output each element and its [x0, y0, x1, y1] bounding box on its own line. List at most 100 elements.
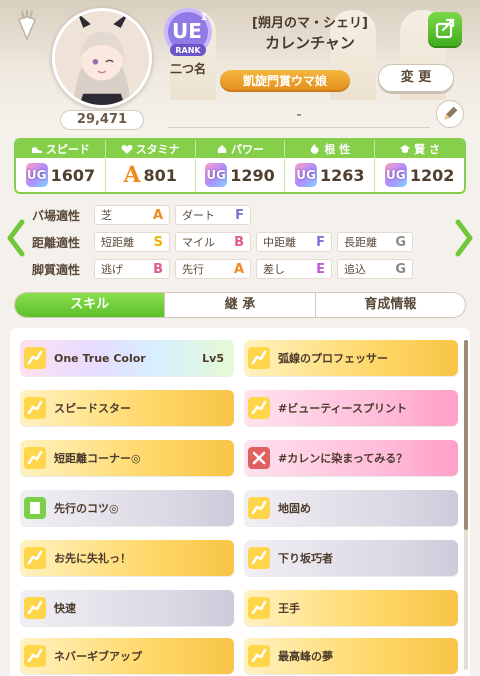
flame-icon — [311, 144, 319, 154]
skill-item[interactable]: One True Color Lv5 — [20, 340, 234, 376]
skill-item[interactable]: 短距離コーナー◎ — [20, 440, 234, 476]
skill-list: One True Color Lv5 弧線のプロフェッサー スピードスター #ビ… — [10, 328, 470, 676]
speed-skill-icon — [24, 645, 46, 667]
prev-arrow-icon[interactable] — [4, 218, 28, 258]
stat-grade: A — [123, 162, 141, 188]
skill-item[interactable]: 最高峰の夢 — [244, 638, 458, 674]
skill-item[interactable]: 王手 — [244, 590, 458, 626]
debuff-skill-icon — [248, 447, 270, 469]
aptitude-cell: 逃げ B — [94, 259, 170, 279]
stat-label: パワー — [230, 143, 264, 156]
stat-value: 1263 — [320, 165, 365, 185]
aptitude-label: バ場適性 — [32, 208, 81, 223]
stat-power: パワー UG 1290 — [195, 140, 286, 192]
speed-skill-icon — [24, 547, 46, 569]
skill-name: #ビューティースプリント — [278, 402, 408, 415]
skill-item[interactable]: #ビューティースプリント — [244, 390, 458, 426]
aptitude-row-distance: 距離適性 短距離 S マイル B 中距離 F 長距離 G — [32, 229, 452, 255]
speed-skill-icon — [248, 347, 270, 369]
tab-inheritance[interactable]: 継 承 — [165, 293, 316, 317]
aptitude-cell: マイル B — [175, 232, 251, 252]
stat-label: スタミナ — [135, 143, 180, 156]
skill-level: Lv5 — [202, 351, 224, 365]
aptitude-cell: 中距離 F — [256, 232, 332, 252]
aptitude-row-ground: バ場適性 芝A ダート F — [32, 202, 452, 228]
next-arrow-icon[interactable] — [452, 218, 476, 258]
speed-skill-icon — [248, 397, 270, 419]
grad-cap-icon — [400, 145, 411, 153]
aptitude-label: 距離適性 — [32, 235, 81, 250]
speed-skill-icon — [248, 645, 270, 667]
skill-item[interactable]: 地固め — [244, 490, 458, 526]
skill-item[interactable]: 下り坂巧者 — [244, 540, 458, 576]
skill-name: 王手 — [278, 602, 300, 615]
skill-item[interactable]: スピードスター — [20, 390, 234, 426]
stat-grade: UG — [205, 163, 228, 187]
stat-value: 1290 — [230, 165, 275, 185]
stat-speed: スピード UG 1607 — [16, 140, 106, 192]
stat-value: 801 — [143, 165, 177, 185]
book-skill-icon — [24, 497, 46, 519]
skill-item[interactable]: ネバーギブアップ — [20, 638, 234, 674]
avatar[interactable] — [52, 8, 152, 108]
speed-skill-icon — [24, 447, 46, 469]
stat-grade: UG — [25, 163, 48, 187]
aptitude-cell: 長距離 G — [337, 232, 413, 252]
skill-item[interactable]: 快速 — [20, 590, 234, 626]
fan-count: 29,471 — [60, 110, 144, 130]
heart-icon — [121, 145, 132, 154]
skill-name: 弧線のプロフェッサー — [278, 352, 388, 365]
shoe-icon — [31, 147, 42, 153]
skill-item[interactable]: 先行のコツ◎ — [20, 490, 234, 526]
aptitude-cell: 追込 G — [337, 259, 413, 279]
comment-field[interactable]: - — [168, 102, 430, 128]
speed-skill-icon — [24, 397, 46, 419]
stat-wisdom: 賢 さ UG 1202 — [375, 140, 464, 192]
skill-name: ネバーギブアップ — [54, 650, 142, 663]
share-icon[interactable] — [428, 12, 462, 46]
stat-label: スピード — [45, 143, 90, 156]
aptitude-table: バ場適性 芝A ダート F 距離適性 短距離 S マイル B 中距離 F 長距離 G 脚質… — [32, 202, 452, 283]
profile-header: 29,471 UE 1 RANK 二つ名 [朔月のマ・シェリ] カレンチャン 凱… — [0, 0, 480, 134]
speed-skill-icon — [24, 347, 46, 369]
speed-skill-icon — [248, 547, 270, 569]
edit-pencil-icon[interactable] — [436, 100, 464, 128]
skill-scrollbar[interactable] — [464, 340, 468, 670]
tab-training-info[interactable]: 育成情報 — [316, 293, 465, 317]
stat-label: 賢 さ — [414, 143, 440, 156]
speed-skill-icon — [24, 597, 46, 619]
skill-item[interactable]: 弧線のプロフェッサー — [244, 340, 458, 376]
skill-name: One True Color — [54, 351, 146, 365]
speed-skill-icon — [248, 497, 270, 519]
aptitude-label: 脚質適性 — [32, 262, 81, 277]
change-button[interactable]: 変 更 — [378, 64, 454, 92]
aptitude-cell: ダート F — [175, 205, 251, 225]
stat-label: 根 性 — [324, 143, 351, 156]
carrot-back-icon[interactable] — [14, 10, 40, 41]
stat-grade: UG — [384, 163, 407, 187]
speed-skill-icon — [248, 597, 270, 619]
skill-name: お先に失礼っ！ — [54, 552, 131, 565]
muscle-icon — [217, 145, 227, 153]
title-plate[interactable]: 凱旋門賞ウマ娘 — [220, 70, 350, 92]
skill-name: 短距離コーナー◎ — [54, 452, 141, 465]
stat-guts: 根 性 UG 1263 — [285, 140, 376, 192]
aptitude-cell: 芝A — [94, 205, 170, 225]
stat-value: 1607 — [50, 165, 96, 185]
svg-text:1: 1 — [201, 12, 208, 23]
stat-value: 1202 — [409, 165, 455, 185]
aptitude-row-style: 脚質適性 逃げ B 先行 A 差し E 追込 G — [32, 256, 452, 282]
skill-name: 下り坂巧者 — [278, 552, 333, 565]
stat-grade: UG — [295, 163, 318, 187]
outfit-title: [朔月のマ・シェリ] — [252, 16, 368, 31]
skill-name: 先行のコツ◎ — [54, 502, 119, 515]
rank-label: RANK — [175, 46, 201, 55]
aptitude-cell: 先行 A — [175, 259, 251, 279]
skill-name: 最高峰の夢 — [278, 650, 333, 663]
skill-item[interactable]: お先に失礼っ！ — [20, 540, 234, 576]
skill-item[interactable]: #カレンに染まってみる？ — [244, 440, 458, 476]
aptitude-cell: 差し E — [256, 259, 332, 279]
stat-stamina: スタミナ A 801 — [105, 140, 196, 192]
scrollbar-thumb[interactable] — [464, 340, 468, 530]
tab-skills[interactable]: スキル — [15, 293, 166, 317]
